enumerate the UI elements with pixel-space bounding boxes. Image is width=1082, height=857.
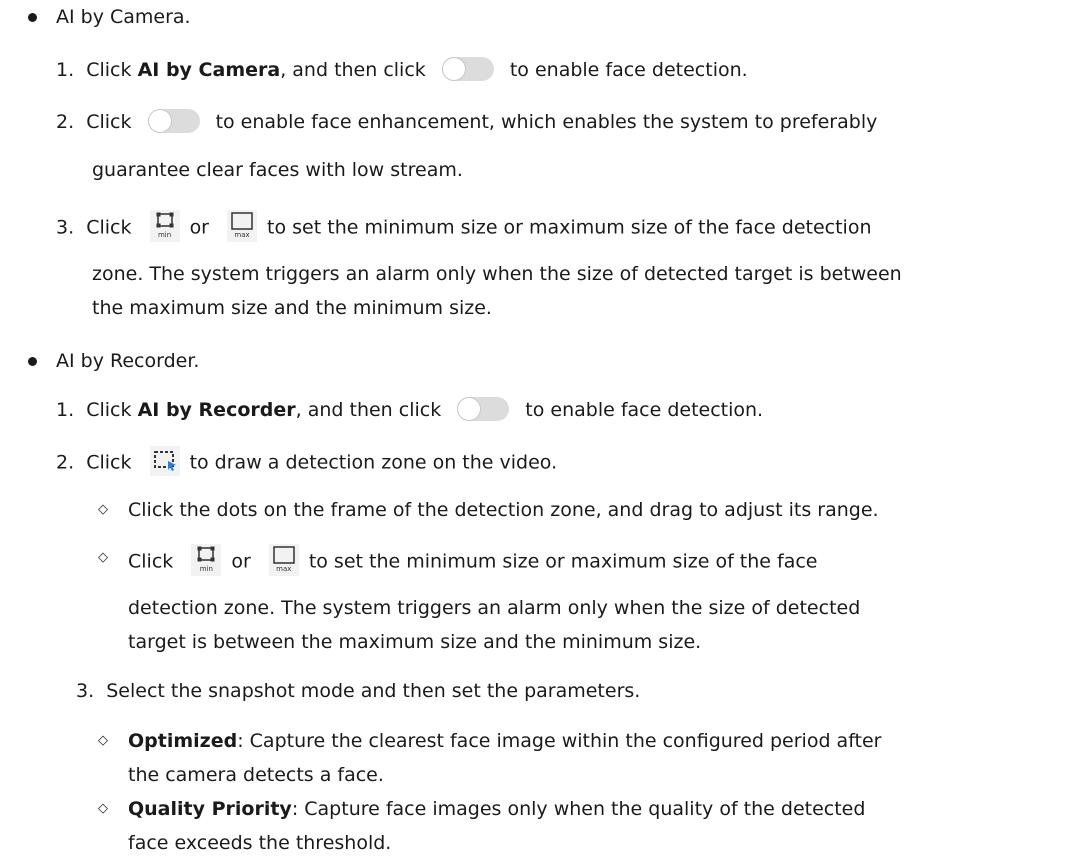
- camera-step-1: 1. Click AI by Camera, and then click to…: [56, 56, 748, 83]
- diamond-bullet-icon: ◇: [98, 733, 108, 748]
- recorder-step-2-sub-2-cont-1: detection zone. The system triggers an a…: [128, 597, 861, 619]
- step-text: or: [231, 550, 251, 573]
- toggle-switch-icon: [147, 108, 200, 133]
- recorder-step-2-sub-2-cont-2: target is between the maximum size and t…: [128, 631, 702, 653]
- step-text: to enable face detection.: [525, 399, 764, 421]
- camera-step-3: 3. Click min or max to set the minimum s…: [56, 210, 872, 244]
- recorder-step-2: 2. Click to draw a detection zone on the…: [56, 446, 558, 478]
- step-number: 2.: [56, 451, 75, 474]
- recorder-step-3: 3. Select the snapshot mode and then set…: [76, 679, 640, 703]
- step-text: to enable face detection.: [509, 59, 748, 81]
- step-number: 2.: [56, 111, 75, 133]
- max-size-icon: max: [268, 544, 299, 576]
- toggle-switch-icon: [457, 396, 510, 421]
- step-number: 3.: [56, 216, 75, 239]
- step-text: , and then click: [295, 399, 442, 421]
- step-text: Click: [86, 111, 132, 133]
- camera-step-3-cont-2: the maximum size and the minimum size.: [92, 297, 492, 319]
- option-text: : Capture face images only when the qual…: [291, 798, 866, 820]
- min-size-icon: min: [149, 210, 180, 242]
- option-name: Quality Priority: [128, 798, 292, 820]
- step-text: Select the snapshot mode and then set th…: [106, 680, 641, 702]
- diamond-bullet-icon: ◇: [98, 502, 108, 517]
- camera-step-3-cont-1: zone. The system triggers an alarm only …: [92, 263, 902, 285]
- option-name: Optimized: [128, 730, 238, 752]
- section-heading-recorder: AI by Recorder.: [56, 350, 200, 372]
- toggle-switch-icon: [441, 56, 494, 81]
- step-text: to draw a detection zone on the video.: [189, 451, 558, 474]
- camera-step-2: 2. Click to enable face enhancement, whi…: [56, 108, 878, 135]
- step-bold-text: AI by Camera: [137, 59, 281, 81]
- step-text: Click: [128, 550, 174, 573]
- min-size-icon: min: [191, 544, 222, 576]
- step-bold-text: AI by Recorder: [137, 399, 296, 421]
- step-text: Click: [86, 216, 132, 239]
- step-number: 1.: [56, 399, 75, 421]
- recorder-step-2-sub-1: Click the dots on the frame of the detec…: [128, 499, 879, 521]
- bullet-icon: [28, 13, 37, 22]
- max-size-icon: max: [227, 210, 258, 242]
- step-text: to enable face enhancement, which enable…: [215, 111, 878, 133]
- section-heading-camera: AI by Camera.: [56, 6, 191, 28]
- option-optimized: Optimized: Capture the clearest face ima…: [128, 729, 882, 753]
- step-number: 3.: [76, 680, 95, 702]
- step-text: Click: [86, 399, 138, 421]
- draw-zone-icon: [149, 446, 180, 476]
- bullet-icon: [28, 357, 37, 366]
- option-quality-priority: Quality Priority: Capture face images on…: [128, 797, 865, 821]
- step-text: , and then click: [280, 59, 426, 81]
- option-quality-priority-cont: face exceeds the threshold.: [128, 832, 392, 854]
- step-text: Click: [86, 59, 138, 81]
- step-text: Click: [86, 451, 132, 474]
- option-optimized-cont: the camera detects a face.: [128, 764, 384, 786]
- diamond-bullet-icon: ◇: [98, 550, 108, 565]
- diamond-bullet-icon: ◇: [98, 801, 108, 816]
- recorder-step-1: 1. Click AI by Recorder, and then click …: [56, 396, 764, 423]
- step-text: to set the minimum size or maximum size …: [267, 216, 872, 239]
- recorder-step-2-sub-2: Click min or max to set the minimum size…: [128, 544, 818, 578]
- camera-step-2-cont: guarantee clear faces with low stream.: [92, 159, 463, 181]
- step-text: or: [189, 216, 209, 239]
- step-text: to set the minimum size or maximum size …: [308, 550, 818, 573]
- step-number: 1.: [56, 59, 75, 81]
- option-text: : Capture the clearest face image within…: [237, 730, 882, 752]
